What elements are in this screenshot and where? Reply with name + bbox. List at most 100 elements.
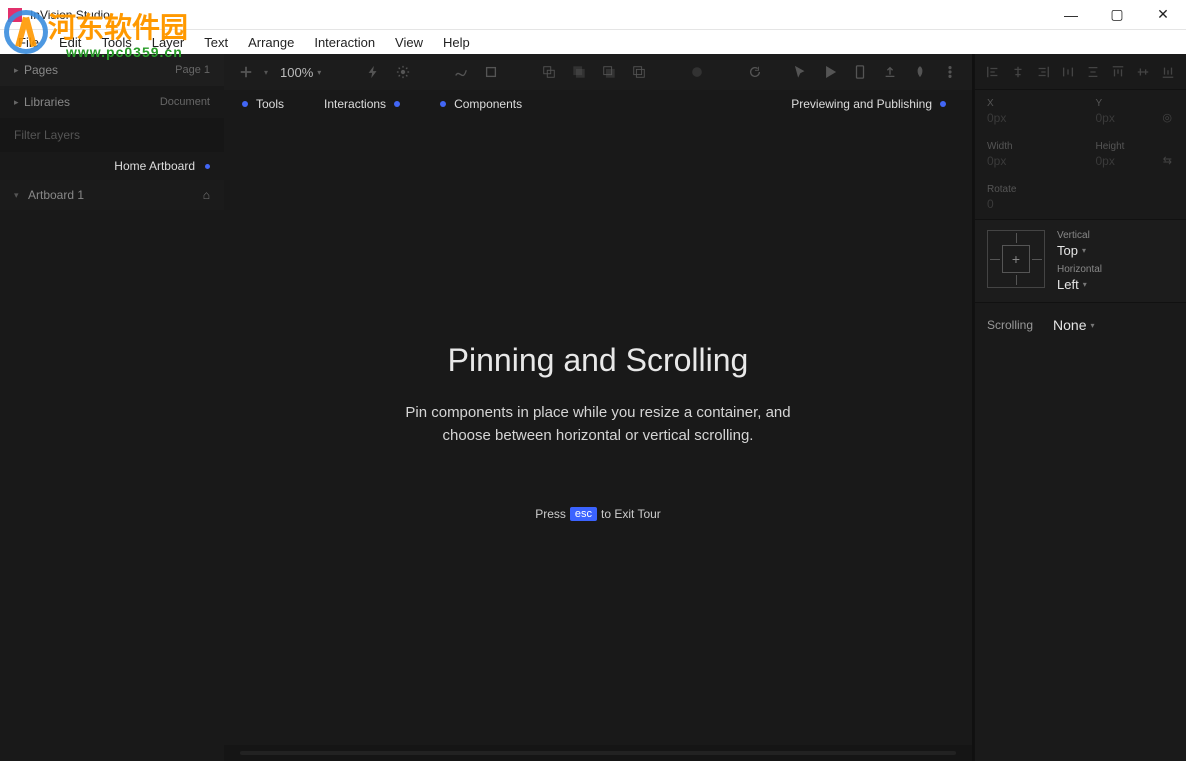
- menu-arrange[interactable]: Arrange: [238, 33, 304, 52]
- distribute-v-icon[interactable]: [1084, 63, 1102, 81]
- align-right-icon[interactable]: [1034, 63, 1052, 81]
- chevron-right-icon: ▸: [14, 97, 24, 108]
- tour-tab-preview[interactable]: Previewing and Publishing: [791, 97, 946, 111]
- horizontal-scrollbar[interactable]: [224, 745, 972, 761]
- width-label: Width: [987, 141, 1066, 152]
- rotate-section: Rotate 0: [975, 176, 1186, 219]
- window-maximize-button[interactable]: ▢: [1094, 0, 1140, 30]
- filter-layers-input[interactable]: Filter Layers: [0, 118, 224, 152]
- canvas-area: ▾ 100% ▾: [224, 54, 972, 761]
- gear-icon[interactable]: [391, 60, 415, 84]
- align-left-icon[interactable]: [984, 63, 1002, 81]
- mask-icon[interactable]: [685, 60, 709, 84]
- chevron-down-icon: ▾: [1083, 280, 1087, 289]
- menu-tools[interactable]: Tools: [91, 33, 141, 52]
- pages-label: Pages: [24, 63, 175, 77]
- bolt-icon[interactable]: [361, 60, 385, 84]
- pinning-section: + Vertical Top▾ Horizontal Left▾: [975, 219, 1186, 303]
- libraries-row[interactable]: ▸ Libraries Document: [0, 86, 224, 118]
- artboard-label: Artboard 1: [28, 188, 84, 202]
- home-artboard-label: Home Artboard: [114, 159, 195, 173]
- tour-body: Pin components in place while you resize…: [405, 401, 790, 448]
- device-icon[interactable]: [848, 60, 872, 84]
- tour-tab-components[interactable]: Components: [440, 97, 522, 111]
- width-value[interactable]: 0px: [987, 154, 1066, 168]
- target-icon[interactable]: ◎: [1162, 111, 1172, 124]
- horizontal-label: Horizontal: [1057, 264, 1174, 275]
- align-middle-icon[interactable]: [1134, 63, 1152, 81]
- chevron-down-icon: ▾: [264, 68, 268, 77]
- scrolling-dropdown[interactable]: None▾: [1053, 317, 1094, 333]
- horizontal-dropdown[interactable]: Left▾: [1057, 277, 1174, 292]
- upload-icon[interactable]: [878, 60, 902, 84]
- rotate-label: Rotate: [987, 184, 1174, 195]
- intersect-icon[interactable]: [627, 60, 651, 84]
- dot-icon: [242, 101, 248, 107]
- play-icon[interactable]: [818, 60, 842, 84]
- x-value[interactable]: 0px: [987, 111, 1066, 125]
- window-title: InVision Studio: [30, 8, 1048, 22]
- scrolling-label: Scrolling: [987, 318, 1033, 332]
- menu-file[interactable]: File: [8, 33, 49, 52]
- size-section: Width0px Height0px ⇆: [975, 133, 1186, 176]
- menu-help[interactable]: Help: [433, 33, 480, 52]
- menu-view[interactable]: View: [385, 33, 433, 52]
- path-icon[interactable]: [449, 60, 473, 84]
- union-icon[interactable]: [567, 60, 591, 84]
- chevron-right-icon: ▸: [14, 65, 24, 76]
- menu-interaction[interactable]: Interaction: [304, 33, 385, 52]
- window-close-button[interactable]: ✕: [1140, 0, 1186, 30]
- filter-placeholder: Filter Layers: [14, 128, 80, 142]
- app-icon: [8, 8, 22, 22]
- menu-layer[interactable]: Layer: [142, 33, 195, 52]
- refresh-icon[interactable]: [743, 60, 767, 84]
- align-bottom-icon[interactable]: [1159, 63, 1177, 81]
- chevron-down-icon: ▾: [1091, 321, 1095, 330]
- menu-bar: File Edit Tools Layer Text Arrange Inter…: [0, 30, 1186, 54]
- x-label: X: [987, 98, 1066, 109]
- tour-content: Pinning and Scrolling Pin components in …: [224, 118, 972, 745]
- cursor-icon[interactable]: [788, 60, 812, 84]
- crop-icon[interactable]: [479, 60, 503, 84]
- menu-edit[interactable]: Edit: [49, 33, 91, 52]
- top-toolbar: ▾ 100% ▾: [224, 54, 972, 90]
- tour-exit-hint: Press esc to Exit Tour: [535, 507, 661, 521]
- left-panel: ▸ Pages Page 1 ▸ Libraries Document Filt…: [0, 54, 224, 761]
- pages-row[interactable]: ▸ Pages Page 1: [0, 54, 224, 86]
- artboard-row[interactable]: ▾ Artboard 1 ⌂: [0, 180, 224, 210]
- esc-key-badge: esc: [570, 507, 597, 521]
- lock-icon[interactable]: ⇆: [1163, 154, 1172, 167]
- vertical-label: Vertical: [1057, 230, 1174, 241]
- position-section: X0px Y0px ◎: [975, 90, 1186, 133]
- chevron-down-icon: ▾: [14, 190, 28, 201]
- chevron-down-icon: ▾: [317, 68, 321, 77]
- dot-icon: [940, 101, 946, 107]
- y-label: Y: [1096, 98, 1175, 109]
- subtract-icon[interactable]: [597, 60, 621, 84]
- vertical-dropdown[interactable]: Top▾: [1057, 243, 1174, 258]
- menu-text[interactable]: Text: [194, 33, 238, 52]
- duplicate-icon[interactable]: [537, 60, 561, 84]
- libraries-label: Libraries: [24, 95, 160, 109]
- rotate-value[interactable]: 0: [987, 197, 1174, 211]
- window-minimize-button[interactable]: —: [1048, 0, 1094, 30]
- inspector-panel: X0px Y0px ◎ Width0px Height0px ⇆ Rotate …: [974, 54, 1186, 761]
- home-artboard-row[interactable]: Home Artboard: [0, 152, 224, 180]
- height-label: Height: [1096, 141, 1175, 152]
- zoom-dropdown[interactable]: 100% ▾: [274, 65, 327, 80]
- pages-current: Page 1: [175, 64, 210, 76]
- tour-tabs: Tools Interactions Components Previewing…: [224, 90, 972, 118]
- pin-target-control[interactable]: +: [987, 230, 1045, 288]
- more-icon[interactable]: [938, 60, 962, 84]
- zoom-value: 100%: [280, 65, 313, 80]
- rocket-icon[interactable]: [908, 60, 932, 84]
- dot-icon: [440, 101, 446, 107]
- dot-icon: [394, 101, 400, 107]
- align-top-icon[interactable]: [1109, 63, 1127, 81]
- distribute-h-icon[interactable]: [1059, 63, 1077, 81]
- add-tool-button[interactable]: [234, 60, 258, 84]
- tour-tab-tools[interactable]: Tools: [242, 97, 284, 111]
- pin-center-icon: +: [1002, 245, 1030, 273]
- tour-tab-interactions[interactable]: Interactions: [324, 97, 400, 111]
- align-center-h-icon[interactable]: [1009, 63, 1027, 81]
